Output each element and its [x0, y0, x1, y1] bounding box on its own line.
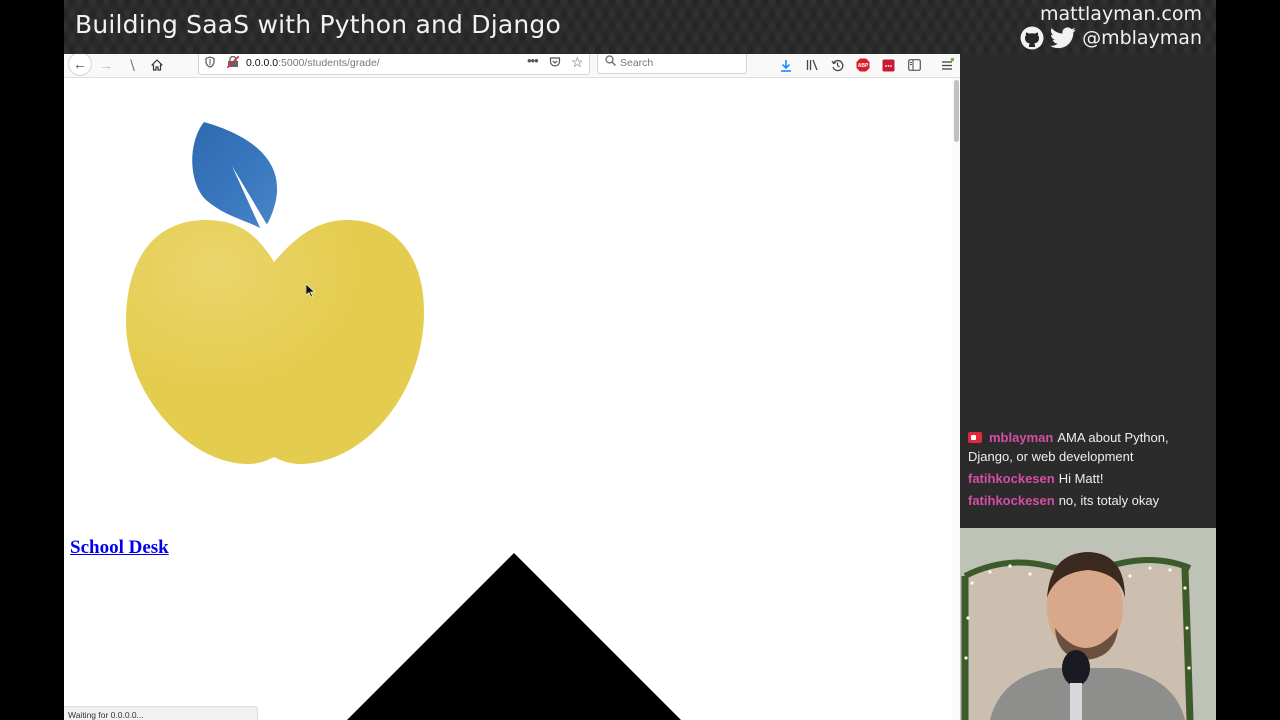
browser-toolbar: ← → ∖ 0.0.0.0:5000/students/grade/ ••• ☆ [64, 54, 960, 78]
library-button[interactable] [802, 54, 822, 76]
adblock-plus-button[interactable]: ABP [853, 54, 873, 76]
pocket-icon[interactable] [549, 56, 561, 68]
status-bar: Waiting for 0.0.0.0... [64, 706, 258, 720]
school-desk-link[interactable]: School Desk [70, 537, 169, 559]
search-icon [605, 55, 616, 66]
search-input[interactable] [620, 55, 740, 70]
chat-overlay: mblayman AMA about Python, Django, or web… [968, 428, 1212, 513]
svg-text:ABP: ABP [858, 63, 869, 69]
url-text[interactable]: 0.0.0.0:5000/students/grade/ [246, 57, 380, 69]
downloads-button[interactable] [776, 54, 796, 76]
sidebar-button[interactable] [904, 54, 924, 76]
insecure-lock-icon[interactable] [227, 56, 239, 68]
page-actions-button[interactable]: ••• [527, 54, 539, 68]
chat-username: fatihkockesen [968, 493, 1055, 508]
search-bar[interactable] [597, 54, 747, 74]
menu-button[interactable] [937, 54, 957, 76]
webcam-image [960, 528, 1216, 720]
stop-loading-icon: ∖ [127, 56, 137, 73]
apple-body [126, 220, 424, 464]
webcam-feed [960, 528, 1216, 720]
url-host: 0.0.0.0 [246, 57, 279, 69]
right-letterbox [1216, 0, 1280, 720]
stream-title: Building SaaS with Python and Django [75, 10, 561, 39]
history-icon [830, 59, 843, 71]
chat-message: fatihkockesen Hi Matt! [968, 469, 1212, 488]
bookmark-star-icon[interactable]: ☆ [571, 54, 584, 71]
url-bar[interactable]: 0.0.0.0:5000/students/grade/ ••• ☆ [198, 54, 590, 75]
library-icon [806, 59, 818, 71]
chat-username: mblayman [989, 430, 1054, 445]
history-button[interactable] [827, 54, 847, 76]
forward-button[interactable]: → [96, 54, 116, 76]
chat-username: fatihkockesen [968, 471, 1055, 486]
scrollbar-thumb[interactable] [954, 80, 959, 142]
mouse-cursor [306, 284, 316, 298]
chat-message: mblayman AMA about Python, Django, or web… [968, 428, 1212, 466]
password-manager-icon [882, 59, 894, 71]
page-content: School Desk [64, 78, 960, 720]
tracking-shield-icon[interactable] [205, 56, 215, 68]
downloads-icon [781, 59, 791, 72]
arrow-right-icon: → [99, 57, 113, 73]
broadcaster-badge-icon [968, 432, 982, 443]
home-icon [151, 59, 163, 71]
stream-header: Building SaaS with Python and Django mat… [64, 0, 1216, 54]
home-button[interactable] [146, 54, 168, 76]
stream-site: mattlayman.com [1039, 3, 1202, 25]
back-button[interactable]: ← [68, 54, 92, 76]
scrollbar-track[interactable] [952, 78, 960, 720]
chat-text: Hi Matt! [1058, 471, 1104, 486]
arrow-left-icon: ← [73, 56, 87, 72]
left-letterbox [0, 0, 64, 720]
github-icon [1020, 26, 1044, 50]
stream-handle: @mblayman [1082, 27, 1202, 49]
stop-loading-button[interactable]: ∖ [122, 54, 142, 76]
desk-image [347, 553, 681, 720]
sidebar-icon [907, 59, 921, 71]
stream-social: @mblayman [1020, 26, 1202, 50]
twitter-icon [1050, 27, 1076, 49]
apple-leaf [192, 122, 278, 230]
chat-message: fatihkockesen no, its totaly okay [968, 491, 1212, 510]
chat-text: no, its totaly okay [1058, 493, 1160, 508]
url-path: :5000/students/grade/ [278, 57, 380, 69]
browser-window: ← → ∖ 0.0.0.0:5000/students/grade/ ••• ☆ [64, 54, 960, 720]
hamburger-menu-icon [942, 58, 954, 70]
apple-logo [126, 122, 424, 464]
adblock-plus-icon: ABP [856, 58, 870, 72]
extension-button[interactable] [878, 54, 898, 76]
